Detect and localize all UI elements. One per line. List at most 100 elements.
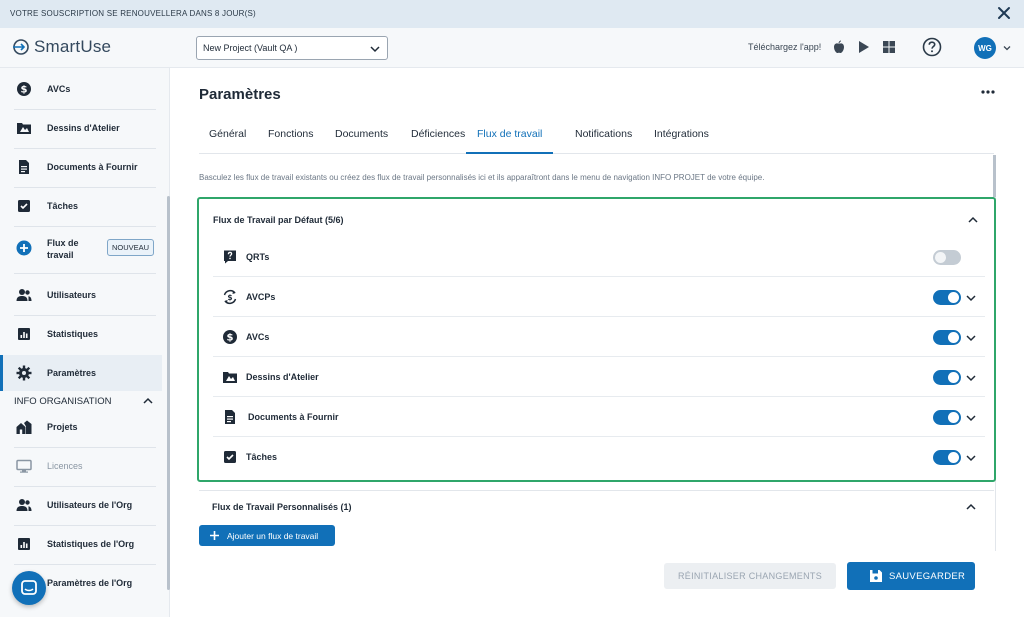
sidebar-item-label: Flux de travail (47, 238, 79, 260)
gear-icon (16, 365, 32, 381)
panel-title: Flux de Travail par Défaut (5/6) (213, 215, 344, 225)
project-select-value: New Project (Vault QA ) (203, 43, 298, 53)
reset-changes-button[interactable]: RÉINITIALISER CHANGEMENTS (664, 563, 836, 589)
divider (14, 273, 156, 274)
workflow-toggle[interactable] (933, 450, 961, 465)
sidebar-item-flux-de-travail[interactable]: Flux de travail NOUVEAU (0, 230, 162, 266)
workflow-row-avcps: $ AVCPs (213, 277, 985, 317)
tab-documents[interactable]: Documents (335, 128, 388, 154)
org-section-title[interactable]: INFO ORGANISATION (14, 396, 111, 407)
save-label: SAUVEGARDER (889, 571, 966, 582)
dollar-icon: $ (17, 82, 31, 96)
new-badge: NOUVEAU (107, 239, 155, 256)
chart-icon (18, 538, 30, 550)
chevron-down-icon[interactable] (965, 412, 977, 424)
windows-icon[interactable] (882, 40, 896, 54)
custom-panel-title: Flux de Travail Personnalisés (1) (212, 502, 352, 512)
floppy-disk-icon (870, 570, 882, 582)
sidebar-item-label: Tâches (47, 201, 79, 211)
users-icon (16, 499, 32, 511)
logo-text: SmartUse (34, 37, 112, 56)
sidebar-item-taches[interactable]: Tâches (0, 188, 162, 224)
sidebar-item-statistiques-org[interactable]: Statistiques de l'Org (0, 526, 162, 562)
default-workflows-panel: Flux de Travail par Défaut (5/6) QRTs $ … (197, 197, 996, 482)
shop-drawing-icon (223, 372, 237, 383)
chevron-up-icon[interactable] (965, 501, 977, 513)
workflow-toggle[interactable] (933, 370, 961, 385)
sidebar-item-label: Utilisateurs de l'Org (47, 500, 133, 510)
sidebar-item-label: Paramètres (47, 368, 97, 378)
sidebar: $ AVCs Dessins d'Atelier Documents à Fou… (0, 68, 170, 617)
dollar-icon: $ (223, 330, 237, 344)
close-icon[interactable] (996, 5, 1012, 21)
sidebar-item-label: Projets (47, 422, 78, 432)
content-scrollbar[interactable] (993, 155, 996, 197)
logo[interactable]: SmartUse (12, 37, 111, 57)
tab-fonctions[interactable]: Fonctions (268, 128, 314, 154)
workflow-toggle[interactable] (933, 290, 961, 305)
chevron-up-icon[interactable] (142, 395, 154, 407)
subscription-banner: VOTRE SOUSCRIPTION SE RENOUVELLERA DANS … (0, 0, 1024, 28)
add-workflow-label: Ajouter un flux de travail (227, 531, 319, 541)
avatar[interactable]: WG (974, 37, 996, 59)
sidebar-item-utilisateurs-org[interactable]: Utilisateurs de l'Org (0, 487, 162, 523)
add-workflow-button[interactable]: Ajouter un flux de travail (199, 525, 335, 546)
buildings-icon (16, 420, 32, 434)
workflow-toggle[interactable] (933, 410, 961, 425)
chevron-down-icon[interactable] (965, 292, 977, 304)
workflow-row-avcs: $ AVCs (213, 317, 985, 357)
sidebar-item-avcs[interactable]: $ AVCs (0, 71, 162, 107)
sidebar-item-documents[interactable]: Documents à Fournir (0, 149, 162, 185)
sidebar-item-parametres[interactable]: Paramètres (0, 355, 162, 391)
tab-general[interactable]: Général (209, 128, 246, 154)
sidebar-item-label: AVCs (47, 84, 71, 94)
plus-circle-icon (16, 240, 32, 256)
info-text: Basculez les flux de travail existants o… (199, 173, 765, 182)
workflow-label: AVCs (246, 332, 270, 342)
tab-integrations[interactable]: Intégrations (654, 128, 709, 154)
workflow-label: Dessins d'Atelier (246, 372, 319, 382)
chat-button[interactable] (12, 571, 46, 605)
sidebar-item-utilisateurs[interactable]: Utilisateurs (0, 277, 162, 313)
chevron-down-icon[interactable] (965, 452, 977, 464)
sidebar-item-dessins[interactable]: Dessins d'Atelier (0, 110, 162, 146)
chat-icon (21, 580, 37, 595)
settings-tabs: Général Fonctions Documents Déficiences … (199, 116, 994, 154)
shop-drawing-icon (17, 123, 31, 134)
sidebar-item-projets[interactable]: Projets (0, 409, 162, 445)
top-bar: SmartUse New Project (Vault QA ) Télécha… (0, 28, 1024, 68)
workflow-toggle[interactable] (933, 250, 961, 265)
sidebar-item-licences[interactable]: Licences (0, 448, 162, 484)
sidebar-item-label: Dessins d'Atelier (47, 123, 120, 133)
document-icon (225, 410, 235, 424)
banner-text: VOTRE SOUSCRIPTION SE RENOUVELLERA DANS … (10, 9, 256, 18)
chevron-down-icon[interactable] (965, 372, 977, 384)
sidebar-item-label: Licences (47, 461, 83, 471)
project-select[interactable]: New Project (Vault QA ) (196, 36, 388, 60)
chevron-down-icon[interactable] (1002, 43, 1012, 53)
workflow-row-qrts: QRTs (213, 237, 985, 277)
tab-deficiences[interactable]: Déficiences (411, 128, 465, 154)
workflow-label: AVCPs (246, 292, 276, 302)
tab-flux-de-travail[interactable]: Flux de travail (466, 128, 554, 154)
dollar-refresh-icon: $ (223, 289, 237, 305)
download-app-text: Téléchargez l'app! (748, 42, 822, 52)
sidebar-item-label: Statistiques de l'Org (47, 539, 135, 549)
page-title: Paramètres (199, 86, 281, 103)
tab-notifications[interactable]: Notifications (575, 128, 632, 154)
sidebar-item-statistiques[interactable]: Statistiques (0, 316, 162, 352)
workflow-label: Documents à Fournir (248, 412, 339, 422)
sidebar-scrollbar[interactable] (167, 196, 170, 590)
workflow-toggle[interactable] (933, 330, 961, 345)
monitor-icon (16, 459, 32, 473)
google-play-icon[interactable] (857, 40, 871, 54)
chevron-up-icon[interactable] (967, 214, 979, 226)
more-options-icon[interactable] (980, 88, 996, 96)
save-button[interactable]: SAUVEGARDER (847, 562, 975, 590)
apple-icon[interactable] (832, 40, 846, 54)
divider (14, 226, 156, 227)
chevron-down-icon[interactable] (965, 332, 977, 344)
chevron-down-icon (370, 46, 380, 53)
help-icon[interactable] (922, 37, 942, 57)
logo-icon (13, 39, 29, 55)
